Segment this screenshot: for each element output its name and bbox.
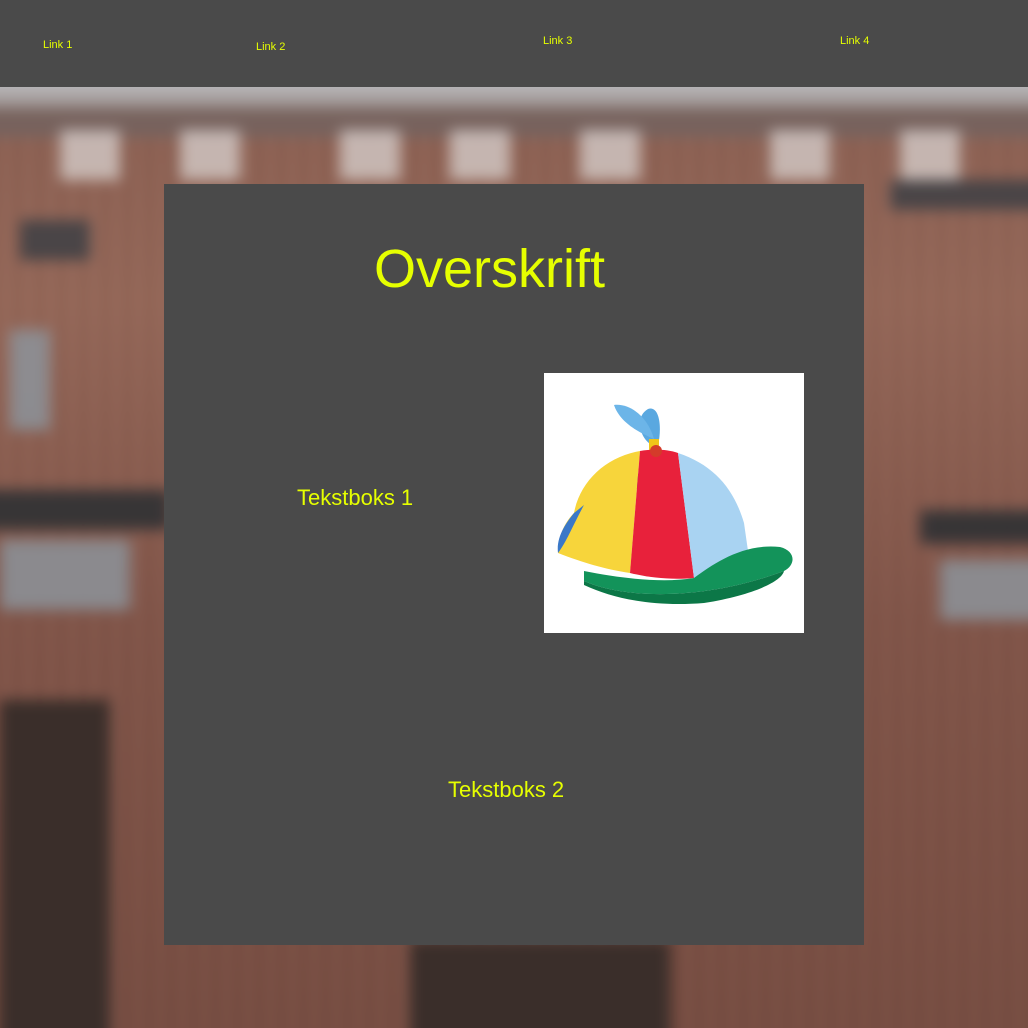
propeller-cap-icon [557, 404, 793, 605]
nav-link-1[interactable]: Link 1 [43, 40, 72, 51]
top-nav-bar: Link 1 Link 2 Link 3 Link 4 [0, 0, 1028, 87]
nav-link-4[interactable]: Link 4 [840, 36, 869, 47]
text-box-1: Tekstboks 1 [297, 485, 414, 510]
propeller-cap-image [544, 373, 804, 633]
content-panel: Overskrift Tekstboks 1 Tekstboks 2 [164, 184, 864, 945]
text-box-2: Tekstboks 2 [448, 777, 565, 802]
page-title: Overskrift [374, 239, 606, 299]
nav-link-2[interactable]: Link 2 [256, 42, 285, 53]
nav-link-3[interactable]: Link 3 [543, 36, 572, 47]
